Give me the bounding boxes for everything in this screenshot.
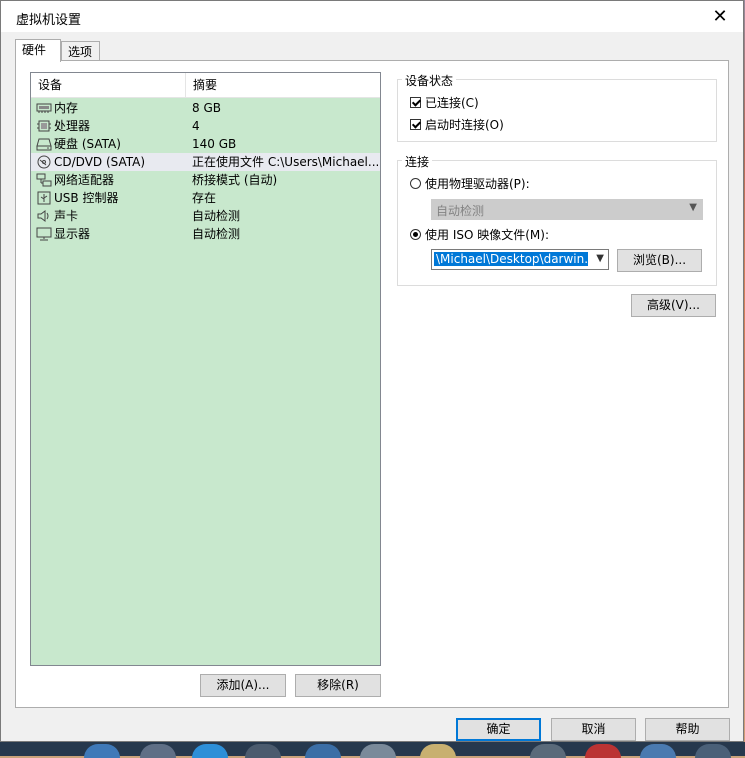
- connection-title: 连接: [402, 153, 433, 170]
- connected-label: 已连接(C): [425, 96, 479, 110]
- list-header: 设备 摘要: [31, 73, 380, 98]
- device-summary: 桥接模式 (自动): [192, 173, 278, 187]
- cancel-button[interactable]: 取消: [551, 718, 636, 741]
- usb-icon: [37, 191, 51, 205]
- device-name: 内存: [54, 101, 79, 115]
- iso-path-value: \Michael\Desktop\darwin.iso: [434, 252, 588, 266]
- device-summary: 正在使用文件 C:\Users\Michael...: [192, 155, 378, 169]
- hard-disk-icon: [36, 138, 52, 151]
- iso-image-radio[interactable]: 使用 ISO 映像文件(M):: [410, 226, 549, 243]
- device-summary: 8 GB: [192, 101, 221, 115]
- column-header-summary[interactable]: 摘要: [186, 73, 380, 97]
- title-bar[interactable]: 虚拟机设置 ✕: [1, 1, 743, 32]
- device-summary: 自动检测: [192, 227, 241, 241]
- device-name: 处理器: [54, 119, 91, 133]
- connect-at-power-on-checkbox[interactable]: 启动时连接(O): [410, 116, 504, 133]
- sound-card-icon: [37, 210, 49, 222]
- connected-checkbox[interactable]: 已连接(C): [410, 94, 479, 111]
- checkbox-checked-icon: [410, 97, 421, 108]
- device-name: 声卡: [54, 209, 79, 223]
- device-row-memory[interactable]: 内存 8 GB: [31, 99, 380, 117]
- tab-options[interactable]: 选项: [61, 41, 100, 61]
- connect-at-power-on-label: 启动时连接(O): [425, 118, 504, 132]
- device-name: CD/DVD (SATA): [54, 155, 146, 169]
- column-header-device[interactable]: 设备: [31, 73, 185, 97]
- device-name: 硬盘 (SATA): [54, 137, 121, 151]
- device-row-processor[interactable]: 处理器 4: [31, 117, 380, 135]
- device-name: USB 控制器: [54, 191, 119, 205]
- checkbox-checked-icon: [410, 119, 421, 130]
- add-device-button[interactable]: 添加(A)...: [200, 674, 286, 697]
- close-icon: ✕: [712, 6, 728, 27]
- radio-selected-icon: [410, 229, 421, 240]
- memory-icon: [36, 103, 52, 113]
- iso-image-label: 使用 ISO 映像文件(M):: [425, 228, 549, 242]
- device-summary: 4: [192, 119, 200, 133]
- advanced-button[interactable]: 高级(V)...: [631, 294, 716, 317]
- display-icon: [36, 227, 52, 241]
- ok-button[interactable]: 确定: [456, 718, 541, 741]
- physical-drive-label: 使用物理驱动器(P):: [425, 177, 530, 191]
- window-title: 虚拟机设置: [16, 13, 82, 28]
- device-summary: 140 GB: [192, 137, 237, 151]
- chevron-down-icon: ▼: [689, 202, 697, 213]
- physical-drive-select[interactable]: 自动检测 ▼: [431, 199, 703, 220]
- device-row-usb[interactable]: USB 控制器 存在: [31, 189, 380, 207]
- network-adapter-icon: [36, 173, 52, 187]
- cd-dvd-icon: [37, 155, 51, 169]
- physical-drive-value: 自动检测: [436, 204, 485, 218]
- iso-path-combobox[interactable]: \Michael\Desktop\darwin.iso ▼: [431, 249, 609, 270]
- device-row-sound-card[interactable]: 声卡 自动检测: [31, 207, 380, 225]
- help-button[interactable]: 帮助: [645, 718, 730, 741]
- processor-icon: [37, 120, 51, 132]
- device-row-network-adapter[interactable]: 网络适配器 桥接模式 (自动): [31, 171, 380, 189]
- device-status-title: 设备状态: [402, 72, 457, 89]
- device-name: 网络适配器: [54, 173, 115, 187]
- remove-device-button[interactable]: 移除(R): [295, 674, 381, 697]
- physical-drive-radio[interactable]: 使用物理驱动器(P):: [410, 175, 530, 192]
- device-name: 显示器: [54, 227, 91, 241]
- device-row-display[interactable]: 显示器 自动检测: [31, 225, 380, 243]
- device-summary: 自动检测: [192, 209, 241, 223]
- device-row-cd-dvd[interactable]: CD/DVD (SATA) 正在使用文件 C:\Users\Michael...: [31, 153, 380, 171]
- device-list[interactable]: 设备 摘要 内存 8 GB 处理器 4 硬盘 (SATA) 140 GB CD/…: [30, 72, 381, 666]
- device-summary: 存在: [192, 191, 217, 205]
- close-button[interactable]: ✕: [697, 1, 743, 32]
- tab-hardware[interactable]: 硬件: [15, 39, 61, 62]
- radio-unselected-icon: [410, 178, 421, 189]
- browse-button[interactable]: 浏览(B)...: [617, 249, 702, 272]
- vm-settings-window: 虚拟机设置 ✕ 硬件 选项 设备 摘要 内存 8 GB 处理器 4 硬盘 (SA…: [0, 0, 744, 742]
- chevron-down-icon[interactable]: ▼: [596, 253, 604, 264]
- device-row-hard-disk[interactable]: 硬盘 (SATA) 140 GB: [31, 135, 380, 153]
